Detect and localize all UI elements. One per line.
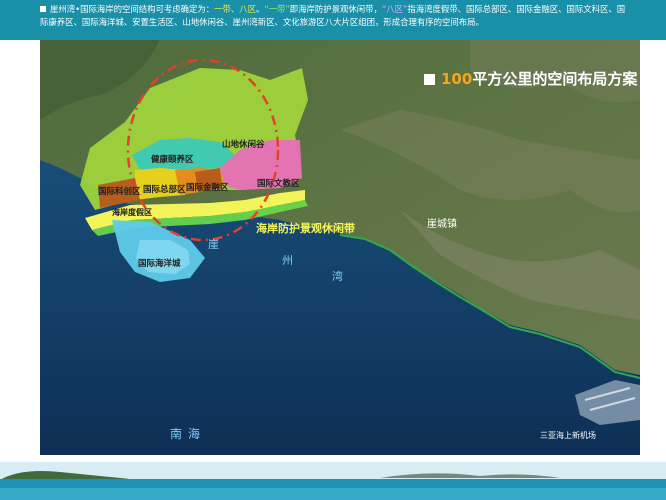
label-mountain: 山地休闲谷 xyxy=(222,140,265,150)
title-number: 100 xyxy=(441,70,473,88)
label-resort: 海岸度假区 xyxy=(112,208,152,217)
label-town: 崖城镇 xyxy=(427,219,457,230)
map-canvas xyxy=(40,40,640,455)
label-coast-band: 海岸防护景观休闲带 xyxy=(256,222,355,235)
title-text: 平方公里的空间布局方案 xyxy=(472,70,638,88)
beach-photo-strip xyxy=(0,462,666,500)
bullet-icon xyxy=(40,6,46,12)
label-culture: 国际文教区 xyxy=(257,179,300,189)
header-part-4: 即海岸防护景观休闲带， xyxy=(289,4,382,14)
bay-char-3: 湾 xyxy=(332,270,343,283)
square-icon xyxy=(424,74,435,85)
label-health: 健康颐养区 xyxy=(151,155,194,165)
label-ocean-city: 国际海洋城 xyxy=(138,259,181,269)
label-sea: 南海 xyxy=(170,427,207,441)
header-bar: 崖州湾•国际海岸的空间结构可考虑确定为：一带、八区。“一带”即海岸防护景观休闲带… xyxy=(0,0,666,40)
header-part-0: 崖州湾•国际海岸的空间结构可考虑确定为： xyxy=(50,4,215,14)
sea-strip-light xyxy=(0,488,666,500)
bay-char-1: 崖 xyxy=(208,238,219,251)
label-finance: 国际金融区 xyxy=(186,183,229,193)
label-hq: 国际总部区 xyxy=(143,185,186,195)
label-airport: 三亚海上新机场 xyxy=(540,431,596,440)
satellite-map: 100平方公里的空间布局方案 山地休闲谷 健康颐养区 国际总部区 国际金融区 国… xyxy=(40,40,640,455)
header-description: 崖州湾•国际海岸的空间结构可考虑确定为：一带、八区。“一带”即海岸防护景观休闲带… xyxy=(40,3,630,29)
header-part-1: 一带、八区 xyxy=(214,4,256,14)
header-part-3: “一带” xyxy=(264,4,290,14)
bay-char-2: 州 xyxy=(282,254,293,267)
map-title: 100平方公里的空间布局方案 xyxy=(424,68,637,89)
beach-photo xyxy=(0,462,666,500)
header-part-5: “八区” xyxy=(381,4,408,14)
label-tech: 国际科创区 xyxy=(98,187,141,197)
